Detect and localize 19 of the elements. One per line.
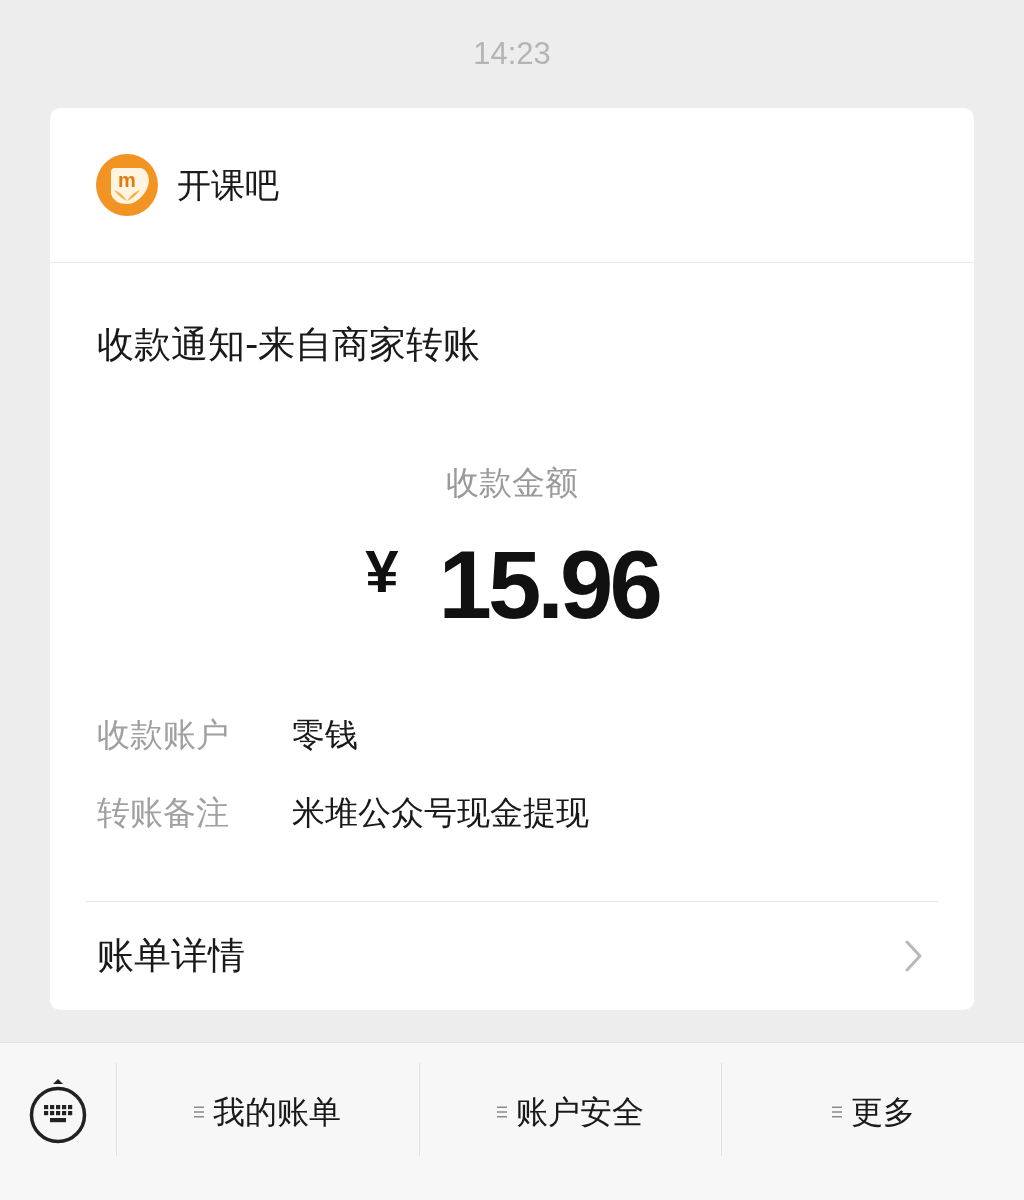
amount-label: 收款金额 (446, 462, 578, 504)
currency-symbol: ¥ (365, 542, 399, 602)
menu-tab[interactable]: 账户安全 (497, 1090, 644, 1134)
merchant-name: 开课吧 (177, 164, 279, 207)
detail-value: 米堆公众号现金提现 (292, 792, 589, 834)
merchant-logo-icon: m (96, 154, 158, 216)
amount-value: 15.96 (438, 530, 659, 640)
menu-lines-icon (194, 1106, 205, 1118)
chevron-right-icon (905, 940, 922, 972)
message-time: 14:23 (473, 35, 551, 73)
detail-value: 零钱 (292, 714, 358, 756)
notice-title: 收款通知-来自商家转账 (97, 322, 481, 368)
bill-details-link[interactable]: 账单详情 (50, 902, 974, 1010)
menu-lines-icon (497, 1106, 507, 1118)
detail-label: 转账备注 (97, 792, 230, 834)
menu-tab[interactable]: 更多 (831, 1090, 915, 1134)
menu-tab[interactable]: 我的账单 (194, 1090, 342, 1134)
menu-lines-icon (831, 1106, 842, 1118)
detail-label: 收款账户 (97, 714, 230, 756)
